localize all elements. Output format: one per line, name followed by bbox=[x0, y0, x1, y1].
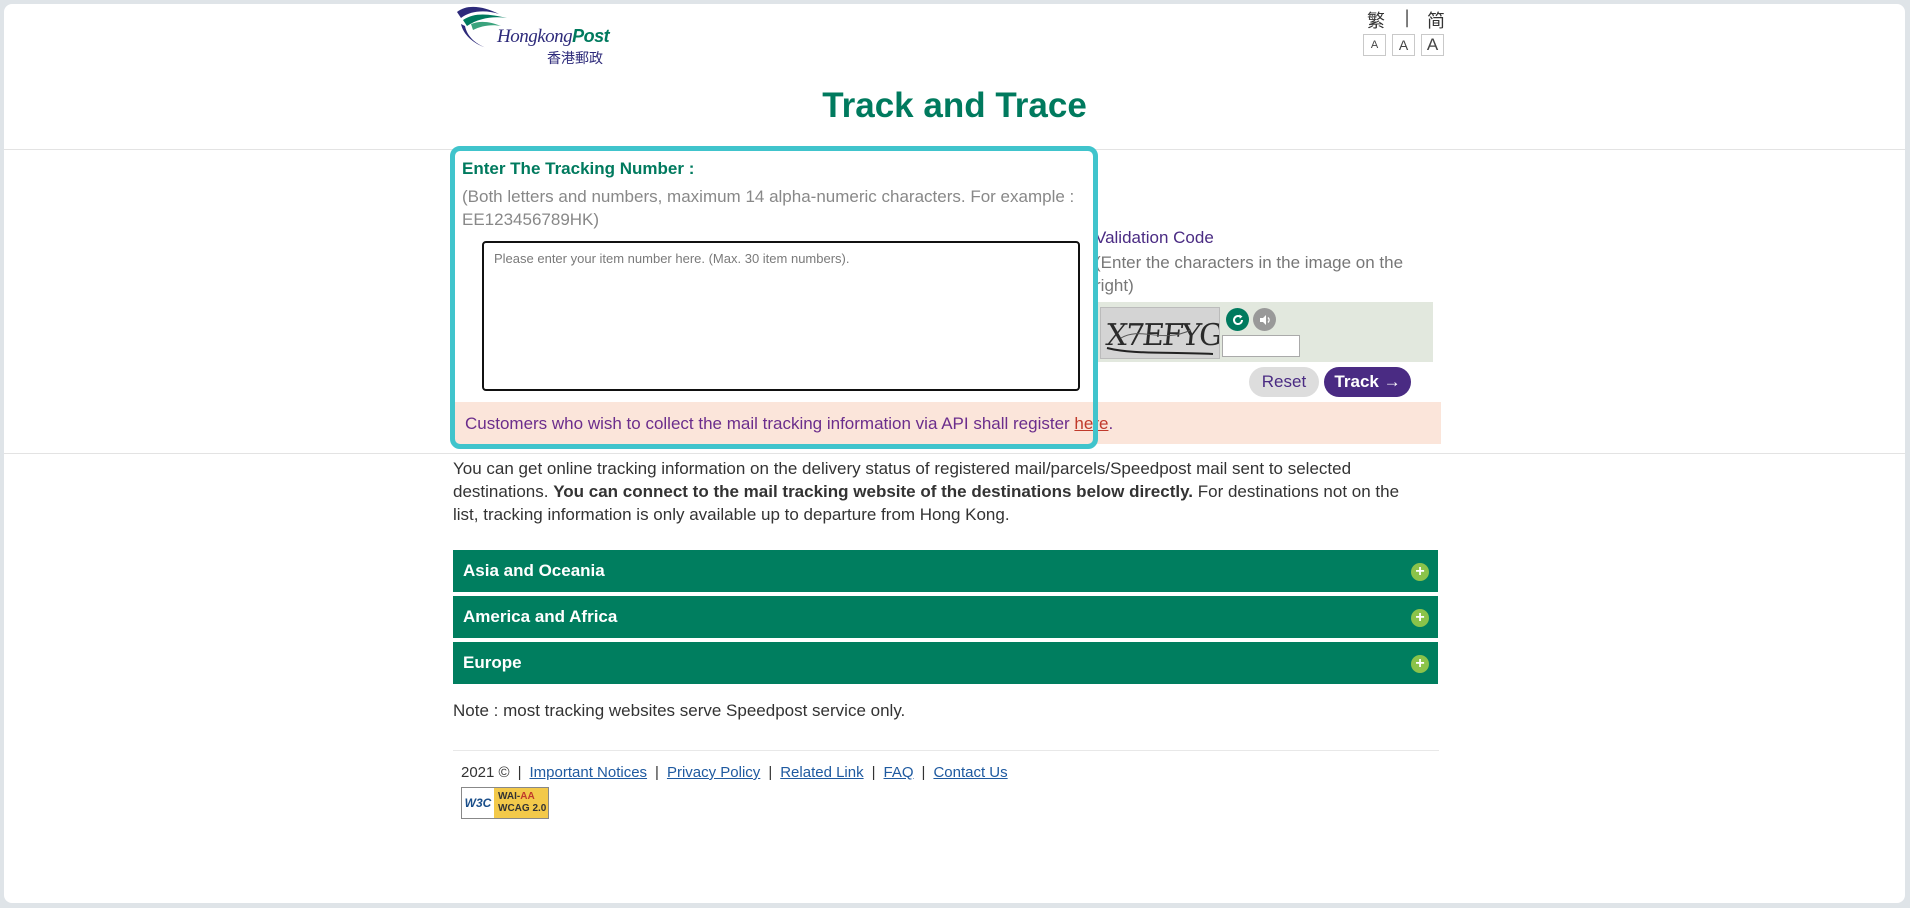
region-america-africa[interactable]: America and Africa + bbox=[453, 596, 1438, 640]
lang-separator: | bbox=[1404, 7, 1411, 28]
logo-chinese-text: 香港郵政 bbox=[547, 51, 603, 67]
contact-us-link[interactable]: Contact Us bbox=[933, 764, 1007, 781]
captcha-image: X7EFYG bbox=[1100, 307, 1220, 359]
plus-icon: + bbox=[1411, 655, 1429, 673]
plus-icon: + bbox=[1411, 563, 1429, 581]
footer: 2021 © | Important Notices | Privacy Policy |… bbox=[461, 764, 1008, 781]
font-size-small-button[interactable]: A bbox=[1363, 34, 1386, 56]
speedpost-note: Note : most tracking websites serve Spee… bbox=[453, 701, 906, 720]
wcag-badge[interactable]: W3C WAI-AA WCAG 2.0 bbox=[461, 787, 549, 819]
intro-text: You can get online tracking information … bbox=[453, 459, 1400, 524]
divider bbox=[4, 453, 1905, 454]
plus-icon: + bbox=[1411, 609, 1429, 627]
validation-code-hint: (Enter the characters in the image on th… bbox=[1095, 253, 1404, 295]
lang-simplified-link[interactable]: 简 bbox=[1427, 7, 1445, 33]
reset-button[interactable]: Reset bbox=[1249, 367, 1319, 397]
font-size-large-button[interactable]: A bbox=[1421, 34, 1444, 56]
w3c-logo: W3C bbox=[462, 788, 494, 818]
region-label: Asia and Oceania bbox=[463, 561, 605, 580]
region-europe[interactable]: Europe + bbox=[453, 642, 1438, 686]
hongkong-post-logo[interactable]: HongkongPost 香港郵政 bbox=[453, 4, 613, 67]
audio-captcha-button[interactable] bbox=[1253, 308, 1276, 331]
region-asia-oceania[interactable]: Asia and Oceania + bbox=[453, 550, 1438, 594]
related-link[interactable]: Related Link bbox=[780, 764, 863, 781]
footer-divider bbox=[453, 750, 1439, 751]
refresh-icon bbox=[1232, 314, 1243, 325]
lang-traditional-link[interactable]: 繁 bbox=[1367, 7, 1385, 33]
page-title: Track and Trace bbox=[822, 86, 1087, 125]
faq-link[interactable]: FAQ bbox=[884, 764, 914, 781]
region-label: Europe bbox=[463, 653, 522, 672]
region-label: America and Africa bbox=[463, 607, 618, 626]
validation-code-input[interactable] bbox=[1222, 335, 1300, 357]
tracking-focus-outline bbox=[450, 146, 1098, 449]
validation-code-title: Validation Code bbox=[1095, 228, 1214, 247]
track-button[interactable]: Track → bbox=[1324, 367, 1411, 397]
copyright: 2021 © bbox=[461, 764, 510, 781]
speaker-icon bbox=[1259, 314, 1270, 325]
font-size-medium-button[interactable]: A bbox=[1392, 34, 1415, 56]
refresh-captcha-button[interactable] bbox=[1226, 308, 1249, 331]
logo-text: HongkongPost bbox=[497, 26, 610, 47]
privacy-policy-link[interactable]: Privacy Policy bbox=[667, 764, 760, 781]
page: HongkongPost 香港郵政 繁 | 简 A A A Track and … bbox=[4, 4, 1905, 903]
wcag-text: WAI-AA WCAG 2.0 bbox=[494, 788, 548, 818]
important-notices-link[interactable]: Important Notices bbox=[530, 764, 648, 781]
